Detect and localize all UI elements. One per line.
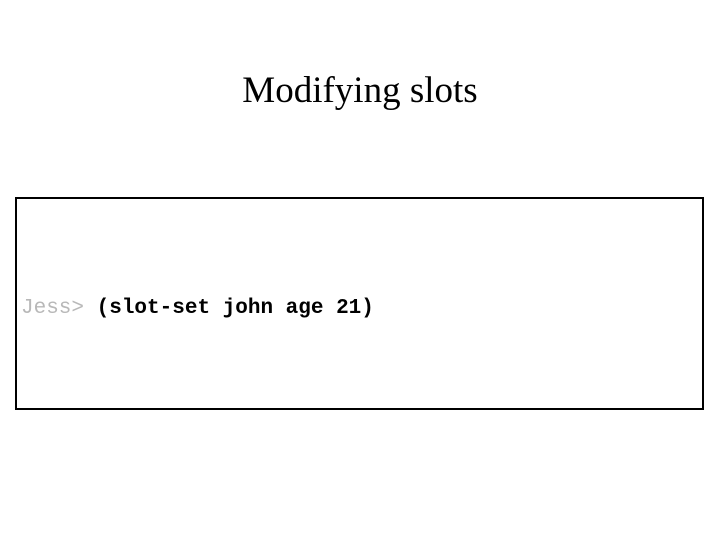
console-lines: Jess> (slot-set john age 21) Jess> (fact… [21,205,702,408]
console-command: (slot-set john age 21) [96,296,374,320]
slide: Modifying slots Jess> (slot-set john age… [0,0,720,540]
console-line: Jess> (slot-set john age 21) [21,294,702,324]
page-title: Modifying slots [242,70,478,111]
jess-prompt: Jess> [21,296,97,320]
console-output-box: Jess> (slot-set john age 21) Jess> (fact… [15,197,704,410]
